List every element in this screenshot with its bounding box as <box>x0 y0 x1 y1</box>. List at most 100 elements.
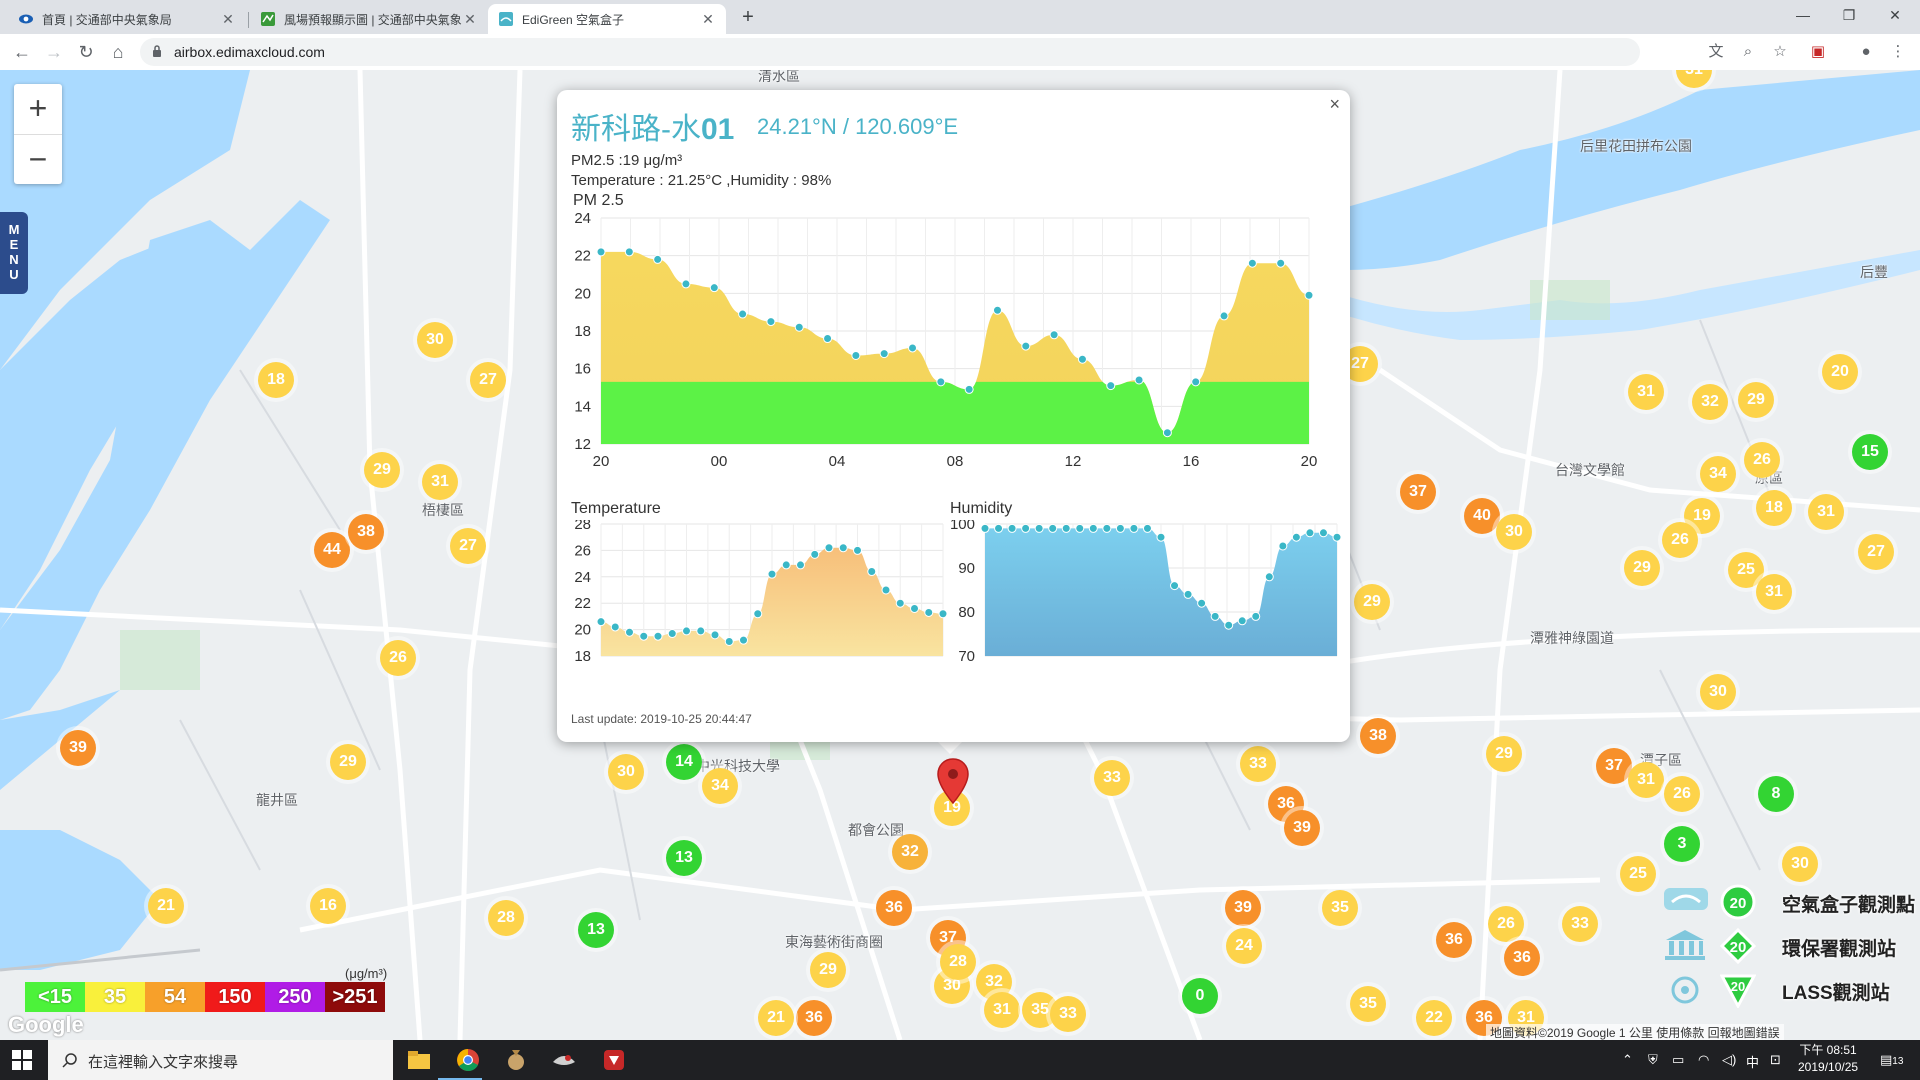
volume-icon[interactable]: ◁) <box>1722 1052 1736 1068</box>
sensor-marker[interactable]: 30 <box>1496 514 1532 550</box>
sensor-marker[interactable]: 15 <box>1852 434 1888 470</box>
app-icon[interactable] <box>600 1046 628 1074</box>
chrome-icon[interactable] <box>454 1046 482 1074</box>
map-pin-icon[interactable] <box>937 758 969 804</box>
minimize-icon[interactable]: — <box>1780 0 1826 30</box>
sensor-marker[interactable]: 39 <box>1284 810 1320 846</box>
sensor-marker[interactable]: 33 <box>1050 996 1086 1032</box>
home-icon[interactable]: ⌂ <box>106 40 130 64</box>
sensor-marker[interactable]: 37 <box>1596 748 1632 784</box>
sensor-marker[interactable]: 20 <box>1822 354 1858 390</box>
sensor-marker[interactable]: 29 <box>1738 382 1774 418</box>
sensor-marker[interactable]: 0 <box>1182 978 1218 1014</box>
sensor-marker[interactable]: 27 <box>450 528 486 564</box>
sensor-marker[interactable]: 31 <box>1628 374 1664 410</box>
sensor-marker[interactable]: 36 <box>876 890 912 926</box>
sensor-marker[interactable]: 13 <box>666 840 702 876</box>
input-method-indicator[interactable]: 中 <box>1746 1052 1759 1071</box>
sensor-marker[interactable]: 26 <box>1488 906 1524 942</box>
sensor-marker[interactable]: 29 <box>1486 736 1522 772</box>
bookmark-star-icon[interactable]: ☆ <box>1770 42 1790 62</box>
sensor-marker[interactable]: 29 <box>1624 550 1660 586</box>
restore-icon[interactable]: ❐ <box>1826 0 1872 30</box>
app-icon[interactable] <box>550 1046 578 1074</box>
sensor-marker[interactable]: 18 <box>258 362 294 398</box>
sensor-marker[interactable]: 26 <box>1662 522 1698 558</box>
window-close-icon[interactable]: ✕ <box>1872 0 1918 30</box>
tab-cwb-home[interactable]: 首頁 | 交通部中央氣象局 ✕ <box>8 4 246 34</box>
sensor-marker[interactable]: 26 <box>380 640 416 676</box>
sensor-marker[interactable]: 37 <box>1400 474 1436 510</box>
sensor-marker[interactable]: 14 <box>666 744 702 780</box>
sensor-marker[interactable]: 36 <box>1436 922 1472 958</box>
popup-close-button[interactable]: × <box>1329 94 1340 115</box>
sensor-marker[interactable]: 27 <box>470 362 506 398</box>
close-icon[interactable]: ✕ <box>700 11 716 28</box>
sensor-marker[interactable]: 33 <box>1562 906 1598 942</box>
sensor-marker[interactable]: 29 <box>810 952 846 988</box>
sensor-marker[interactable]: 21 <box>758 1000 794 1036</box>
sensor-marker[interactable]: 16 <box>310 888 346 924</box>
sensor-marker[interactable]: 27 <box>1858 534 1894 570</box>
sensor-marker[interactable]: 38 <box>348 514 384 550</box>
sensor-marker[interactable]: 31 <box>1628 762 1664 798</box>
sensor-marker[interactable]: 34 <box>702 768 738 804</box>
sensor-marker[interactable]: 39 <box>60 730 96 766</box>
sensor-marker[interactable]: 31 <box>1808 494 1844 530</box>
account-icon[interactable]: ● <box>1856 42 1876 62</box>
tray-up-arrow-icon[interactable]: ⌃ <box>1622 1052 1633 1068</box>
file-explorer-icon[interactable] <box>405 1046 433 1074</box>
sensor-marker[interactable]: 22 <box>1416 1000 1452 1036</box>
station-legend-lass[interactable]: 20 LASS觀測站 <box>1660 968 1920 1012</box>
address-bar[interactable]: airbox.edimaxcloud.com <box>140 38 1640 66</box>
forward-arrow-icon[interactable]: → <box>42 40 66 64</box>
sensor-marker[interactable]: 13 <box>578 912 614 948</box>
sensor-marker[interactable]: 33 <box>1240 746 1276 782</box>
sensor-marker[interactable]: 35 <box>1322 890 1358 926</box>
sensor-marker[interactable]: 3 <box>1664 826 1700 862</box>
reload-icon[interactable]: ↻ <box>74 40 98 64</box>
app-icon[interactable] <box>502 1046 530 1074</box>
system-clock[interactable]: 下午 08:51 2019/10/25 <box>1798 1042 1858 1076</box>
extension-icon[interactable]: ▣ <box>1808 42 1828 62</box>
sensor-marker[interactable]: 32 <box>1692 384 1728 420</box>
sensor-marker[interactable]: 31 <box>1756 574 1792 610</box>
taskbar-search-input[interactable]: 在這裡輸入文字來搜尋 <box>48 1040 393 1080</box>
sensor-marker[interactable]: 29 <box>330 744 366 780</box>
menu-dots-icon[interactable]: ⋮ <box>1888 42 1908 62</box>
translate-icon[interactable]: 文 <box>1706 42 1726 62</box>
menu-toggle-button[interactable]: M E N U <box>0 212 28 294</box>
sensor-marker[interactable]: 36 <box>796 1000 832 1036</box>
sensor-marker[interactable]: 31 <box>422 464 458 500</box>
battery-icon[interactable]: ▭ <box>1672 1052 1684 1068</box>
zoom-in-button[interactable]: + <box>14 84 62 135</box>
security-icon[interactable]: ⛨ <box>1648 1052 1658 1068</box>
sensor-marker[interactable]: 30 <box>608 754 644 790</box>
sensor-marker[interactable]: 30 <box>1700 674 1736 710</box>
sensor-marker[interactable]: 30 <box>1782 846 1818 882</box>
sensor-marker[interactable]: 38 <box>1360 718 1396 754</box>
ime-icon[interactable]: ⊡ <box>1770 1052 1781 1068</box>
station-legend-epa[interactable]: 20 環保署觀測站 <box>1660 924 1920 968</box>
sensor-marker[interactable]: 33 <box>1094 760 1130 796</box>
sensor-marker[interactable]: 35 <box>1350 986 1386 1022</box>
wifi-icon[interactable]: ◠ <box>1698 1052 1709 1068</box>
back-arrow-icon[interactable]: ← <box>10 40 34 64</box>
close-icon[interactable]: ✕ <box>220 11 236 28</box>
sensor-marker[interactable]: 29 <box>364 452 400 488</box>
sensor-marker[interactable]: 34 <box>1700 456 1736 492</box>
sensor-marker[interactable]: 26 <box>1744 442 1780 478</box>
station-legend-airbox[interactable]: 20 空氣盒子觀測點 <box>1660 880 1920 924</box>
sensor-marker[interactable]: 21 <box>148 888 184 924</box>
zoom-out-button[interactable]: − <box>14 135 62 185</box>
sensor-marker[interactable]: 40 <box>1464 498 1500 534</box>
notification-icon[interactable]: ▤13 <box>1880 1052 1903 1068</box>
sensor-marker[interactable]: 32 <box>892 834 928 870</box>
sensor-marker[interactable]: 30 <box>417 322 453 358</box>
sensor-marker[interactable]: 24 <box>1226 928 1262 964</box>
sensor-marker[interactable]: 28 <box>940 944 976 980</box>
sensor-marker[interactable]: 39 <box>1225 890 1261 926</box>
sensor-marker[interactable]: 31 <box>984 992 1020 1028</box>
sensor-marker[interactable]: 44 <box>314 532 350 568</box>
windows-start-icon[interactable] <box>12 1050 32 1070</box>
